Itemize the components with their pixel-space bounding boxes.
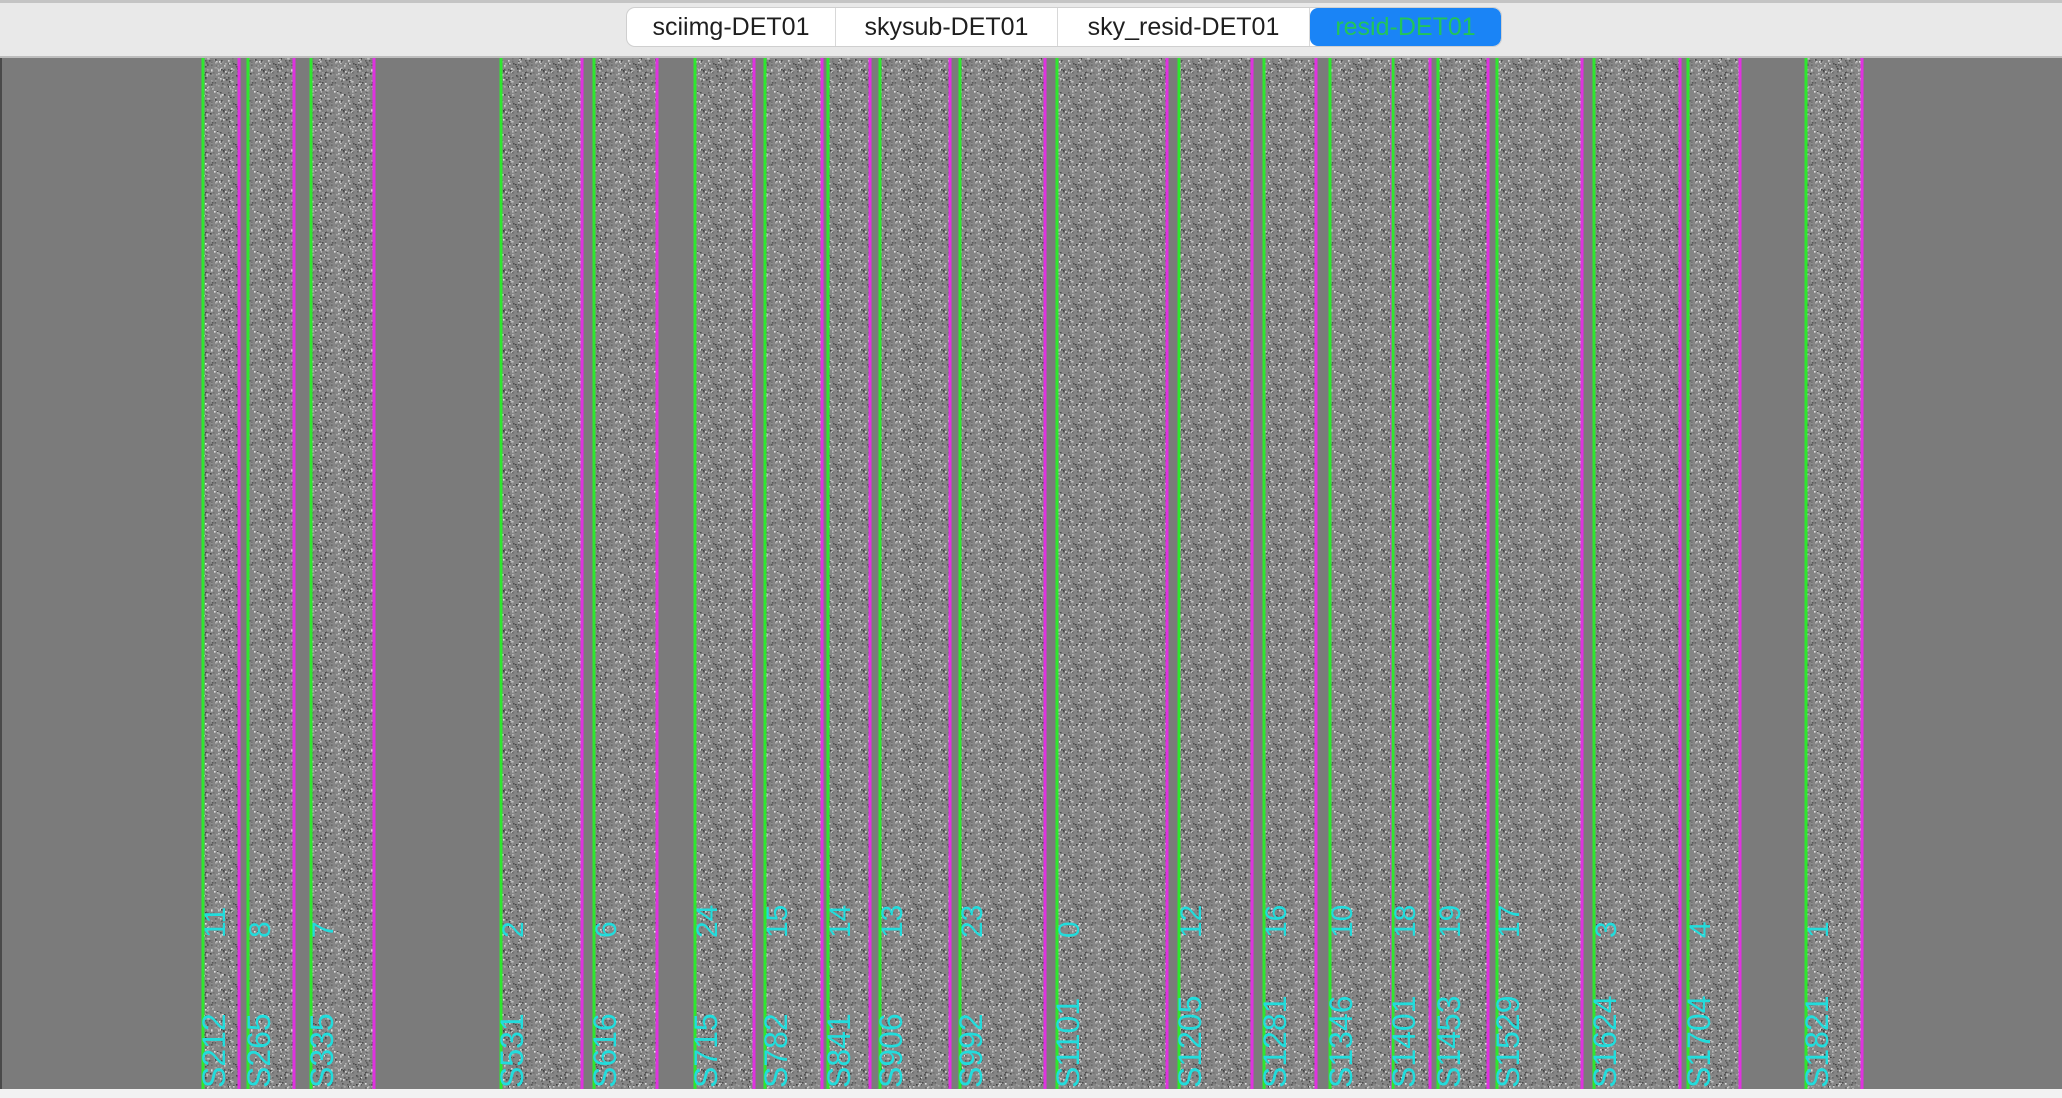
slit-s782: 15 S782 [758, 58, 824, 1090]
slit-id-label: S906 [873, 1013, 909, 1088]
viewer-bottom-strip [0, 1089, 2062, 1098]
slit-s841: 14 S841 [821, 58, 872, 1090]
slit-order-label: 18 [1389, 905, 1422, 938]
slit-s212: 11 S212 [196, 58, 241, 1090]
slit-order-label: 0 [1053, 921, 1086, 938]
slit-id-label: S992 [953, 1013, 989, 1088]
slit-s1821: 1 S1821 [1799, 58, 1864, 1090]
tab-group: sciimg-DET01 skysub-DET01 sky_resid-DET0… [626, 7, 1502, 47]
slit-id-label: S1205 [1172, 995, 1208, 1088]
slit-order-label: 17 [1493, 905, 1526, 938]
slit-image-canvas: 11S2128S2657S3352S5316S61624S71515S78214… [196, 58, 1864, 1090]
slit-s1281: 16 S1281 [1257, 58, 1318, 1090]
slit-id-label: S335 [304, 1013, 340, 1088]
slit-s265: 8 S265 [241, 58, 296, 1090]
slit-order-label: 7 [307, 921, 340, 938]
slit-id-label: S1346 [1323, 995, 1359, 1088]
slit-id-label: S715 [688, 1013, 724, 1088]
slit-s1346: 10 S1346 [1323, 58, 1394, 1090]
slit-order-label: 13 [876, 905, 909, 938]
tab-skysub[interactable]: skysub-DET01 [836, 8, 1058, 46]
slit-id-label: S1401 [1386, 995, 1422, 1088]
slit-s1101: 0 S1101 [1050, 58, 1169, 1090]
slit-id-label: S1453 [1431, 995, 1467, 1088]
slit-id-label: S1821 [1799, 995, 1835, 1088]
slit-order-label: 19 [1434, 905, 1467, 938]
slit-id-label: S212 [196, 1013, 232, 1088]
slit-order-label: 12 [1175, 905, 1208, 938]
slit-id-label: S1624 [1587, 995, 1623, 1088]
slit-id-label: S1529 [1490, 995, 1526, 1088]
slit-order-label: 4 [1684, 921, 1717, 938]
tab-bar: sciimg-DET01 skysub-DET01 sky_resid-DET0… [0, 0, 2062, 58]
slit-s715: 24 S715 [688, 58, 756, 1090]
image-viewer[interactable]: 11 S212 8 S265 7 S335 2 S531 6 S616 24 S715 15 S782 14… [0, 58, 2062, 1098]
slit-order-label: 16 [1260, 905, 1293, 938]
slit-id-label: S265 [241, 1013, 277, 1088]
slit-order-label: 2 [497, 921, 530, 938]
slit-order-label: 24 [691, 905, 724, 938]
slit-s531: 2 S531 [494, 58, 584, 1090]
slit-order-label: 6 [590, 921, 623, 938]
slit-id-label: S531 [494, 1013, 530, 1088]
slit-s1704: 4 S1704 [1681, 58, 1742, 1090]
slit-s616: 6 S616 [587, 58, 659, 1090]
slit-order-label: 14 [824, 905, 857, 938]
tab-resid[interactable]: resid-DET01 [1310, 8, 1501, 46]
slit-s992: 23 S992 [953, 58, 1047, 1090]
slit-id-label: S782 [758, 1013, 794, 1088]
slit-id-label: S841 [821, 1013, 857, 1088]
slit-order-label: 23 [956, 905, 989, 938]
slit-s1624: 3 S1624 [1587, 58, 1682, 1090]
slit-s1453: 19 S1453 [1431, 58, 1490, 1090]
slit-order-label: 11 [199, 907, 232, 938]
slit-id-label: S616 [587, 1013, 623, 1088]
slit-s906: 13 S906 [873, 58, 952, 1090]
slit-order-label: 10 [1326, 905, 1359, 938]
slit-order-label: 8 [244, 921, 277, 938]
tab-sciimg[interactable]: sciimg-DET01 [627, 8, 836, 46]
slit-id-label: S1281 [1257, 995, 1293, 1088]
slit-order-label: 1 [1802, 921, 1835, 938]
slit-s335: 7 S335 [304, 58, 376, 1090]
slit-order-label: 15 [761, 905, 794, 938]
slit-s1529: 17 S1529 [1490, 58, 1584, 1090]
slit-s1205: 12 S1205 [1172, 58, 1254, 1090]
slit-order-label: 3 [1590, 921, 1623, 938]
slit-s1401: 18 S1401 [1386, 58, 1432, 1090]
slit-id-label: S1101 [1050, 998, 1086, 1088]
tab-sky-resid[interactable]: sky_resid-DET01 [1058, 8, 1310, 46]
slit-id-label: S1704 [1681, 995, 1717, 1088]
